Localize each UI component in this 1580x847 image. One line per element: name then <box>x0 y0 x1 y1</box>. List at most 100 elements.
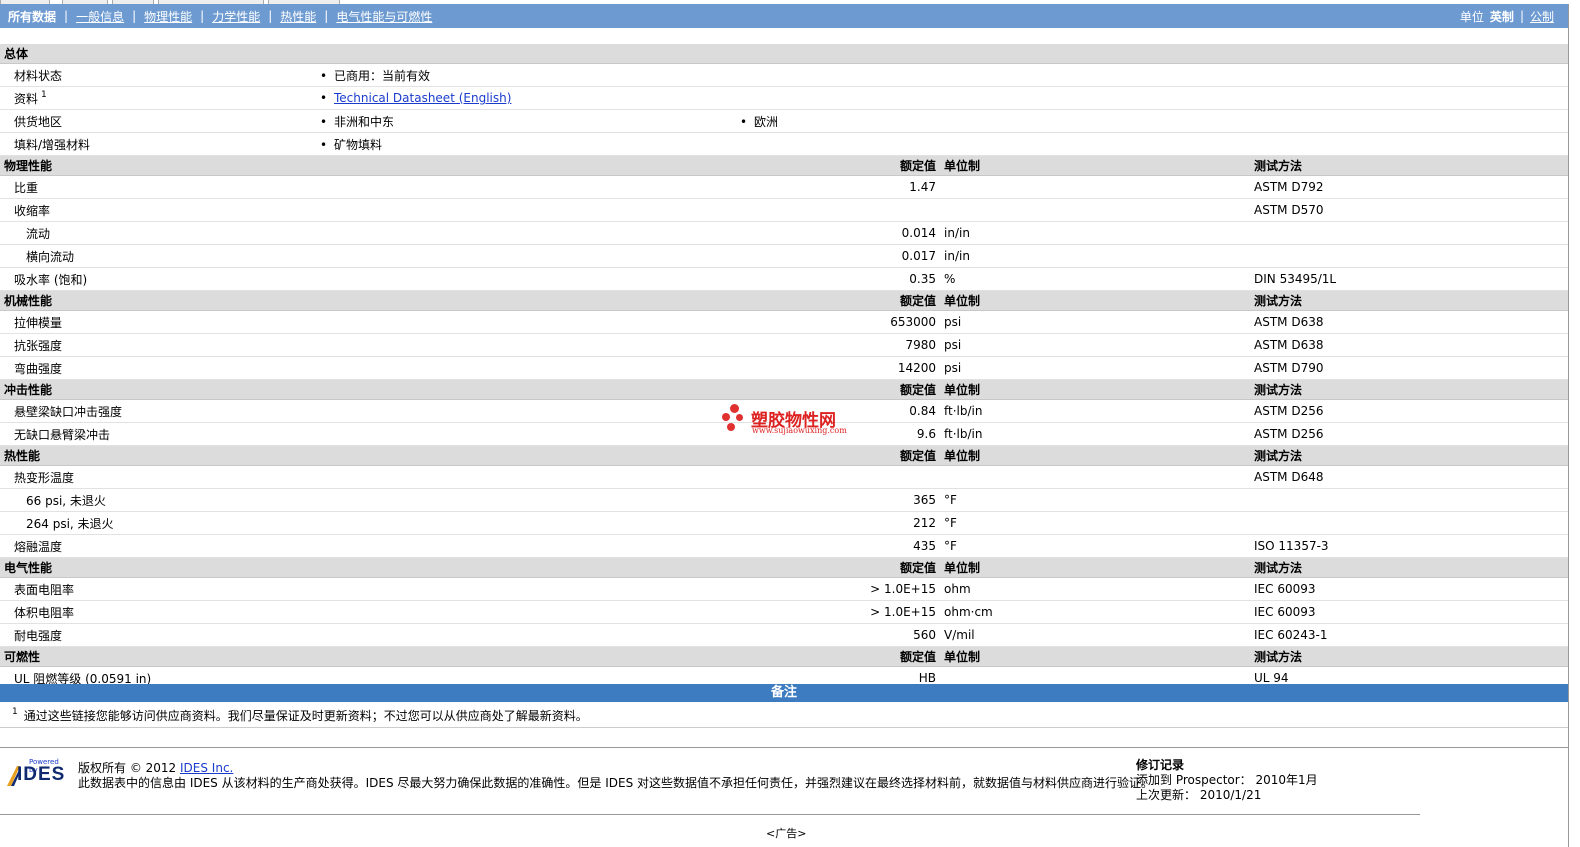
properties-table: 总体 材料状态 • 已商用：当前有效 资料 1 • Technical Datashe… <box>0 44 1569 690</box>
nav-physical[interactable]: 物理性能 <box>136 8 200 25</box>
watermark-url: www.sujiaowuxing.com <box>752 426 847 435</box>
table-row: 熔融温度 435 °F ISO 11357-3 <box>0 534 1569 558</box>
column-header-nominal: 额定值 <box>736 379 940 400</box>
column-header-unit: 单位制 <box>940 379 1250 400</box>
property-unit: psi <box>940 333 1250 357</box>
table-row: 耐电强度 560 V/mil IEC 60243-1 <box>0 623 1569 647</box>
test-method: IEC 60093 <box>1250 600 1569 624</box>
property-name: 流动 <box>0 221 736 245</box>
bullet-icon: • <box>320 137 328 152</box>
property-unit: psi <box>940 310 1250 334</box>
property-unit: ohm·cm <box>940 600 1250 624</box>
column-header-method: 测试方法 <box>1250 445 1569 466</box>
divider <box>0 747 1568 748</box>
bullet-icon: • <box>740 114 748 129</box>
nav-general-info[interactable]: 一般信息 <box>68 8 132 25</box>
row-label: 材料状态 <box>0 63 316 87</box>
column-header-unit: 单位制 <box>940 155 1250 176</box>
unit-label: 单位 <box>1459 9 1484 24</box>
property-value <box>736 198 940 222</box>
property-name: 表面电阻率 <box>0 577 736 601</box>
status-value: 已商用：当前有效 <box>334 68 431 83</box>
unit-english[interactable]: 英制 <box>1490 8 1514 25</box>
row-label: 资料 1 <box>0 86 316 110</box>
property-unit: °F <box>940 511 1250 535</box>
property-unit: in/in <box>940 221 1250 245</box>
unit-separator: | <box>1519 9 1524 23</box>
property-unit: ft·lb/in <box>940 399 1250 423</box>
column-header-method: 测试方法 <box>1250 557 1569 578</box>
column-header-unit: 单位制 <box>940 557 1250 578</box>
property-value: > 1.0E+15 <box>736 577 940 601</box>
property-unit: % <box>940 267 1250 291</box>
table-row: 66 psi, 未退火 365 °F <box>0 488 1569 512</box>
company-link[interactable]: IDES Inc. <box>180 761 233 775</box>
footnote-marker: 1 <box>41 89 47 100</box>
table-row: 流动 0.014 in/in <box>0 221 1569 245</box>
property-value <box>736 465 940 489</box>
section-title: 电气性能 <box>0 557 736 578</box>
table-row: 供货地区 • 非洲和中东 • 欧洲 <box>0 109 1569 133</box>
test-method: ISO 11357-3 <box>1250 534 1569 558</box>
note-text: 1 通过这些链接您能够访问供应商资料。我们尽量保证及时更新资料；不过您可以从供应商… <box>12 707 588 724</box>
property-name: 悬壁梁缺口冲击强度 <box>0 399 736 423</box>
property-unit: ohm <box>940 577 1250 601</box>
property-value: 7980 <box>736 333 940 357</box>
section-title: 机械性能 <box>0 290 736 311</box>
column-header-method: 测试方法 <box>1250 155 1569 176</box>
column-header-nominal: 额定值 <box>736 445 940 466</box>
section-header-general: 总体 <box>0 44 1569 64</box>
footnote-marker: 1 <box>12 707 18 717</box>
test-method: ASTM D638 <box>1250 333 1569 357</box>
table-row: 填料/增强材料 • 矿物填料 <box>0 132 1569 156</box>
section-title: 热性能 <box>0 445 736 466</box>
property-name: 横向流动 <box>0 244 736 268</box>
table-row: 热变形温度 ASTM D648 <box>0 465 1569 489</box>
section-title: 物理性能 <box>0 155 736 176</box>
column-header-nominal: 额定值 <box>736 290 940 311</box>
test-method: ASTM D790 <box>1250 356 1569 380</box>
revision-updated: 上次更新： 2010/1/21 <box>1136 788 1262 802</box>
test-method: DIN 53495/1L <box>1250 267 1569 291</box>
property-name: 热变形温度 <box>0 465 736 489</box>
divider <box>0 727 1568 728</box>
nav-all-data[interactable]: 所有数据 <box>0 8 64 25</box>
column-header-nominal: 额定值 <box>736 155 940 176</box>
row-value: • 非洲和中东 <box>316 109 736 133</box>
table-row: 264 psi, 未退火 212 °F <box>0 511 1569 535</box>
property-unit: in/in <box>940 244 1250 268</box>
divider <box>0 814 1420 815</box>
nav-electrical-flammability[interactable]: 电气性能与可燃性 <box>328 8 440 25</box>
property-name: 体积电阻率 <box>0 600 736 624</box>
table-row: 收缩率 ASTM D570 <box>0 198 1569 222</box>
property-name: 弯曲强度 <box>0 356 736 380</box>
revision-added: 添加到 Prospector： 2010年1月 <box>1136 773 1318 787</box>
ides-logo[interactable]: Powered by IDES <box>7 758 69 790</box>
table-row: 资料 1 • Technical Datasheet (English) <box>0 86 1569 110</box>
test-method <box>1250 511 1569 535</box>
right-scroll-edge[interactable] <box>1568 4 1580 847</box>
test-method <box>1250 488 1569 512</box>
table-row: 横向流动 0.017 in/in <box>0 244 1569 268</box>
column-header-unit: 单位制 <box>940 445 1250 466</box>
table-row: 拉伸模量 653000 psi ASTM D638 <box>0 310 1569 334</box>
property-value: 560 <box>736 623 940 647</box>
table-row: 表面电阻率 > 1.0E+15 ohm IEC 60093 <box>0 577 1569 601</box>
property-name: 熔融温度 <box>0 534 736 558</box>
table-row: 弯曲强度 14200 psi ASTM D790 <box>0 356 1569 380</box>
property-name: 吸水率 (饱和) <box>0 267 736 291</box>
test-method: ASTM D648 <box>1250 465 1569 489</box>
column-header-method: 测试方法 <box>1250 646 1569 667</box>
unit-metric[interactable]: 公制 <box>1530 8 1554 25</box>
test-method <box>1250 221 1569 245</box>
row-value: • 欧洲 <box>736 109 1569 133</box>
nav-bar: 所有数据 | 一般信息 | 物理性能 | 力学性能 | 热性能 | 电气性能与可… <box>0 4 1568 28</box>
column-header-method: 测试方法 <box>1250 379 1569 400</box>
row-value: • Technical Datasheet (English) <box>316 86 1569 110</box>
nav-thermal[interactable]: 热性能 <box>272 8 324 25</box>
nav-mechanical[interactable]: 力学性能 <box>204 8 268 25</box>
table-row: 材料状态 • 已商用：当前有效 <box>0 63 1569 87</box>
watermark-logo: 塑胶物性网 www.sujiaowuxing.com <box>722 404 862 440</box>
datasheet-link[interactable]: Technical Datasheet (English) <box>334 91 511 105</box>
section-title: 总体 <box>0 44 1569 64</box>
